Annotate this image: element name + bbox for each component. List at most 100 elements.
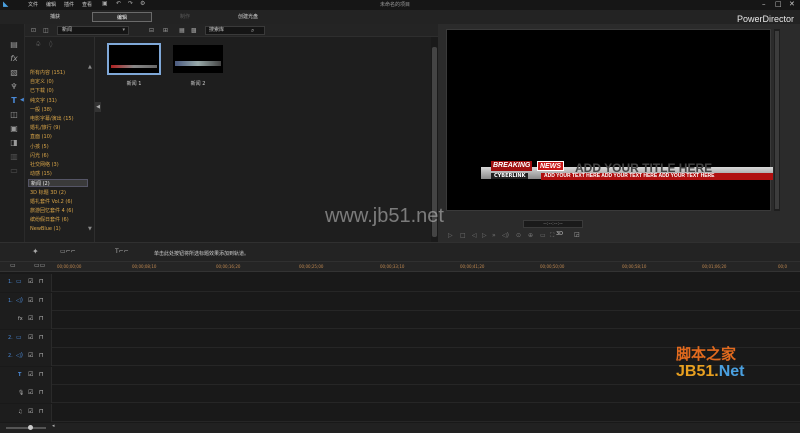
track-enable-checkbox[interactable]: ☑ xyxy=(28,278,33,285)
magic-tools-icon[interactable]: ✦ xyxy=(32,248,39,256)
category-item[interactable]: 3D 标题 3D (2) xyxy=(30,189,90,197)
timeline-view-icon[interactable]: ▭ xyxy=(10,263,16,269)
category-item[interactable]: 直面 (10) xyxy=(30,133,90,141)
tab-capture[interactable]: 捕获 xyxy=(38,12,72,22)
media-room-icon[interactable]: ▤ xyxy=(9,40,19,49)
menu-view[interactable]: 查看 xyxy=(82,1,92,8)
track-row[interactable]: 1. ◁) ☑ ⊓ xyxy=(0,292,800,311)
category-item[interactable]: 电影字幕/演出 (15) xyxy=(30,115,90,123)
zoom-slider-knob[interactable] xyxy=(28,425,33,430)
category-item[interactable]: 小孩 (5) xyxy=(30,143,90,151)
category-select[interactable]: 新闻 ▾ xyxy=(57,26,129,35)
maximize-icon[interactable]: □ xyxy=(775,0,782,8)
lock-icon[interactable]: ⊓ xyxy=(39,389,44,396)
template-thumbnail[interactable] xyxy=(107,43,161,75)
volume-icon[interactable]: ◁) xyxy=(502,232,509,239)
category-item[interactable]: 已下载 (0) xyxy=(30,87,90,95)
category-item[interactable]: 自定义 (0) xyxy=(30,78,90,86)
preview-scrollbar[interactable] xyxy=(774,29,780,211)
search-icon[interactable]: ⌕ xyxy=(251,27,254,35)
category-item[interactable]: 旅游回忆套件 4 (6) xyxy=(30,207,90,215)
category-item[interactable]: 纯文字 (31) xyxy=(30,97,90,105)
template-thumbnail[interactable] xyxy=(173,45,223,73)
track-enable-checkbox[interactable]: ☑ xyxy=(28,315,33,322)
snapshot-icon[interactable]: ⊙ xyxy=(516,232,521,239)
category-item[interactable]: 闪光 (6) xyxy=(30,152,90,160)
scroll-down-icon[interactable]: ▼ xyxy=(88,227,92,232)
title-room-icon[interactable]: T xyxy=(9,96,19,105)
fast-forward-icon[interactable]: » xyxy=(492,232,496,239)
track-enable-checkbox[interactable]: ☑ xyxy=(28,389,33,396)
play-icon[interactable]: ▷ xyxy=(448,232,453,239)
tag-icon[interactable]: ♤ xyxy=(35,41,41,48)
add-to-track-title-icon[interactable]: T⌐⌐ xyxy=(115,249,129,255)
pip-room-icon[interactable]: ▧ xyxy=(9,68,19,77)
search-input[interactable]: 搜索库 xyxy=(205,26,265,35)
scrollbar-thumb[interactable] xyxy=(775,31,779,209)
3d-toggle-button[interactable]: 3D xyxy=(556,231,563,237)
menu-plugins[interactable]: 插件 xyxy=(64,1,74,8)
next-frame-icon[interactable]: ▷ xyxy=(482,232,487,239)
new-title-icon[interactable]: ⊟ xyxy=(149,27,154,34)
zoom-icon[interactable]: ⊕ xyxy=(528,232,533,239)
redo-icon[interactable]: ↷ xyxy=(128,1,133,7)
grid-view-icon[interactable]: ▩ xyxy=(191,27,197,34)
chapter-room-icon[interactable]: ▥ xyxy=(9,152,19,161)
category-item[interactable]: 婚礼/旅行 (9) xyxy=(30,124,90,132)
save-icon[interactable]: ▣ xyxy=(102,1,108,7)
menu-edit[interactable]: 编辑 xyxy=(46,1,56,8)
prev-frame-icon[interactable]: ◁ xyxy=(472,232,477,239)
timecode-display[interactable]: --:--:--:-- xyxy=(523,220,583,228)
subtitle-room-icon[interactable]: ▭ xyxy=(9,166,19,175)
lock-icon[interactable]: ⊓ xyxy=(39,352,44,359)
particle-room-icon[interactable]: ♆ xyxy=(9,82,19,91)
audio-mixing-icon[interactable]: ▣ xyxy=(9,124,19,133)
timeline-ruler[interactable]: ▭ ▭▭ 00;00;00;00 00;00;08;10 00;00;16;20 00… xyxy=(0,262,800,272)
track-row[interactable]: 1. ▭ ☑ ⊓ xyxy=(0,274,800,292)
menu-file[interactable]: 文件 xyxy=(28,1,38,8)
track-enable-checkbox[interactable]: ☑ xyxy=(28,371,33,378)
lock-icon[interactable]: ⊓ xyxy=(39,334,44,341)
download-icon[interactable]: ⊞ xyxy=(163,27,168,34)
lock-icon[interactable]: ⊓ xyxy=(39,371,44,378)
category-item[interactable]: 社交网络 (3) xyxy=(30,161,90,169)
plugin-icon[interactable]: ◫ xyxy=(43,27,49,34)
scroll-up-icon[interactable]: ▲ xyxy=(88,65,92,70)
undo-icon[interactable]: ↶ xyxy=(116,1,121,7)
transition-room-icon[interactable]: ◫ xyxy=(9,110,19,119)
track-enable-checkbox[interactable]: ☑ xyxy=(28,297,33,304)
category-item[interactable]: 缤纷假日套件 (6) xyxy=(30,216,90,224)
track-row[interactable]: 🎙 ☑ ⊓ xyxy=(0,385,800,403)
settings-icon[interactable]: ⚙ xyxy=(140,1,145,7)
stop-icon[interactable]: □ xyxy=(460,232,466,239)
lock-icon[interactable]: ⊓ xyxy=(39,297,44,304)
import-icon[interactable]: ⊡ xyxy=(31,27,36,34)
category-item[interactable]: NewBlue (1) xyxy=(30,225,90,233)
preview-screen[interactable]: BREAKING NEWS ADD YOUR TITLE HERE CYBERL… xyxy=(446,29,773,211)
lock-icon[interactable]: ⊓ xyxy=(39,315,44,322)
display-icon[interactable]: ▭ xyxy=(540,232,546,239)
track-row[interactable]: fx ☑ ⊓ xyxy=(0,311,800,329)
zoom-out-icon[interactable]: ◂ xyxy=(52,424,55,429)
tab-produce[interactable]: 制作 xyxy=(168,12,202,22)
storyboard-view-icon[interactable]: ▭▭ xyxy=(34,263,45,269)
track-enable-checkbox[interactable]: ☑ xyxy=(28,334,33,341)
voiceover-icon[interactable]: ◨ xyxy=(9,138,19,147)
lock-icon[interactable]: ⊓ xyxy=(39,408,44,415)
add-to-track-icon[interactable]: ▭⌐⌐ xyxy=(60,249,76,255)
track-enable-checkbox[interactable]: ☑ xyxy=(28,352,33,359)
view-toggle-icon[interactable]: ▦ xyxy=(179,27,185,34)
lock-icon[interactable]: ⊓ xyxy=(39,278,44,285)
track-enable-checkbox[interactable]: ☑ xyxy=(28,408,33,415)
category-item[interactable]: 婚礼套件 Vol.2 (6) xyxy=(30,198,90,206)
undock-icon[interactable]: ◲ xyxy=(574,232,580,238)
tab-create-disc[interactable]: 创建光盘 xyxy=(228,12,268,22)
tab-edit[interactable]: 编辑 xyxy=(92,12,152,22)
track-row[interactable]: ♫ ☑ ⊓ xyxy=(0,403,800,422)
category-item[interactable]: 新闻 (2) xyxy=(28,179,88,188)
category-item[interactable]: 一般 (38) xyxy=(30,106,90,114)
close-icon[interactable]: ✕ xyxy=(789,0,795,8)
fx-room-icon[interactable]: fx xyxy=(9,54,19,63)
fullscreen-icon[interactable]: ⛶ xyxy=(550,232,554,240)
category-item[interactable]: 所有内容 (151) xyxy=(30,69,90,77)
